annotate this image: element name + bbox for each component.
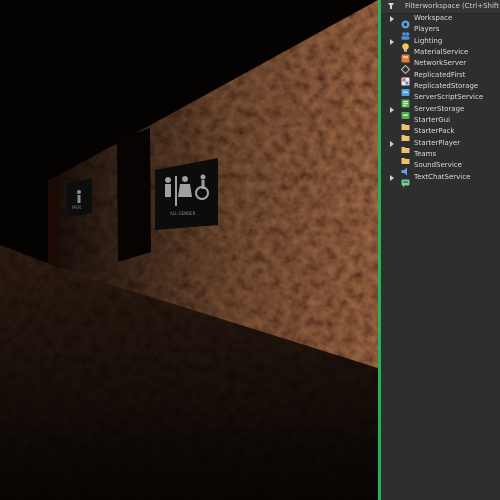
replicated-first-icon	[401, 71, 410, 86]
server-storage-icon	[401, 105, 410, 119]
explorer-item-label: StarterGui	[414, 116, 451, 125]
explorer-item-starter-player[interactable]: StarterPlayer	[381, 138, 500, 153]
sign-far-person-icon	[77, 190, 81, 194]
explorer-item-label: MaterialService	[414, 48, 469, 57]
explorer-item-label: ServerStorage	[414, 104, 465, 113]
material-service-icon	[401, 48, 410, 63]
explorer-item-workspace[interactable]: Workspace	[381, 13, 500, 29]
starter-gui-folder-icon	[401, 116, 410, 131]
explorer-item-label: TextChatService	[414, 172, 471, 181]
explorer-item-label: ReplicatedFirst	[414, 70, 466, 79]
workspace-icon	[401, 14, 410, 29]
explorer-panel: Filterworkspace (Ctrl+Shift+X) Workspace…	[381, 0, 500, 500]
explorer-item-label: StarterPlayer	[414, 138, 461, 147]
teams-folder-icon	[401, 150, 410, 165]
starter-player-folder-icon	[401, 139, 410, 153]
replicated-storage-icon	[401, 82, 410, 97]
explorer-item-replicated-first[interactable]: ReplicatedFirst	[381, 70, 500, 86]
explorer-item-replicated-storage[interactable]: ReplicatedStorage	[381, 81, 500, 97]
explorer-item-label: Workspace	[414, 14, 453, 22]
expand-arrow-icon[interactable]	[390, 38, 394, 45]
explorer-item-label: ReplicatedStorage	[414, 82, 479, 91]
explorer-filter-bar[interactable]: Filterworkspace (Ctrl+Shift+X)	[381, 0, 500, 14]
explorer-item-label: Lighting	[414, 36, 443, 45]
explorer-item-network-server[interactable]: NetworkServer	[381, 58, 500, 75]
speaker-icon	[401, 161, 410, 176]
doorway	[117, 128, 151, 262]
network-server-icon	[400, 59, 411, 75]
far-wall	[48, 175, 60, 268]
players-icon	[401, 25, 410, 41]
expand-arrow-icon[interactable]	[390, 174, 394, 181]
explorer-item-text-chat-service[interactable]: TextChatService	[381, 172, 500, 188]
game-viewport[interactable]: MEN ALL GENDER	[0, 0, 378, 500]
server-script-service-icon	[401, 93, 410, 108]
explorer-item-starter-pack[interactable]: StarterPack	[381, 126, 500, 142]
explorer-item-teams[interactable]: Teams	[381, 149, 500, 165]
explorer-item-sound-service[interactable]: SoundService	[381, 160, 500, 176]
explorer-item-label: ServerScriptService	[414, 93, 484, 102]
explorer-item-label: Teams	[414, 150, 437, 159]
filter-input[interactable]: Filterworkspace (Ctrl+Shift+X)	[405, 1, 500, 12]
expand-arrow-icon[interactable]	[390, 16, 394, 22]
explorer-item-server-script-service[interactable]: ServerScriptService	[381, 92, 500, 108]
explorer-item-players[interactable]: Players	[381, 24, 500, 41]
text-chat-icon	[401, 173, 410, 188]
lightbulb-icon	[401, 37, 410, 52]
sign-near-text: ALL GENDER	[170, 211, 196, 216]
explorer-item-lighting[interactable]: Lighting	[381, 36, 500, 52]
explorer-item-material-service[interactable]: MaterialService	[381, 47, 500, 63]
sign-far-text: MEN	[72, 205, 81, 210]
expand-arrow-icon[interactable]	[390, 106, 394, 113]
expand-arrow-icon[interactable]	[390, 140, 394, 147]
explorer-tree: Workspace Players Lighting MaterialService N…	[381, 13, 500, 188]
explorer-item-label: Players	[414, 25, 440, 34]
explorer-item-server-storage[interactable]: ServerStorage	[381, 104, 500, 119]
explorer-item-label: SoundService	[414, 161, 462, 170]
explorer-item-starter-gui[interactable]: StarterGui	[381, 115, 500, 131]
hallway-scene: MEN ALL GENDER	[0, 0, 378, 500]
starter-pack-folder-icon	[401, 127, 410, 142]
explorer-item-label: StarterPack	[414, 127, 455, 136]
explorer-item-label: NetworkServer	[414, 59, 467, 68]
